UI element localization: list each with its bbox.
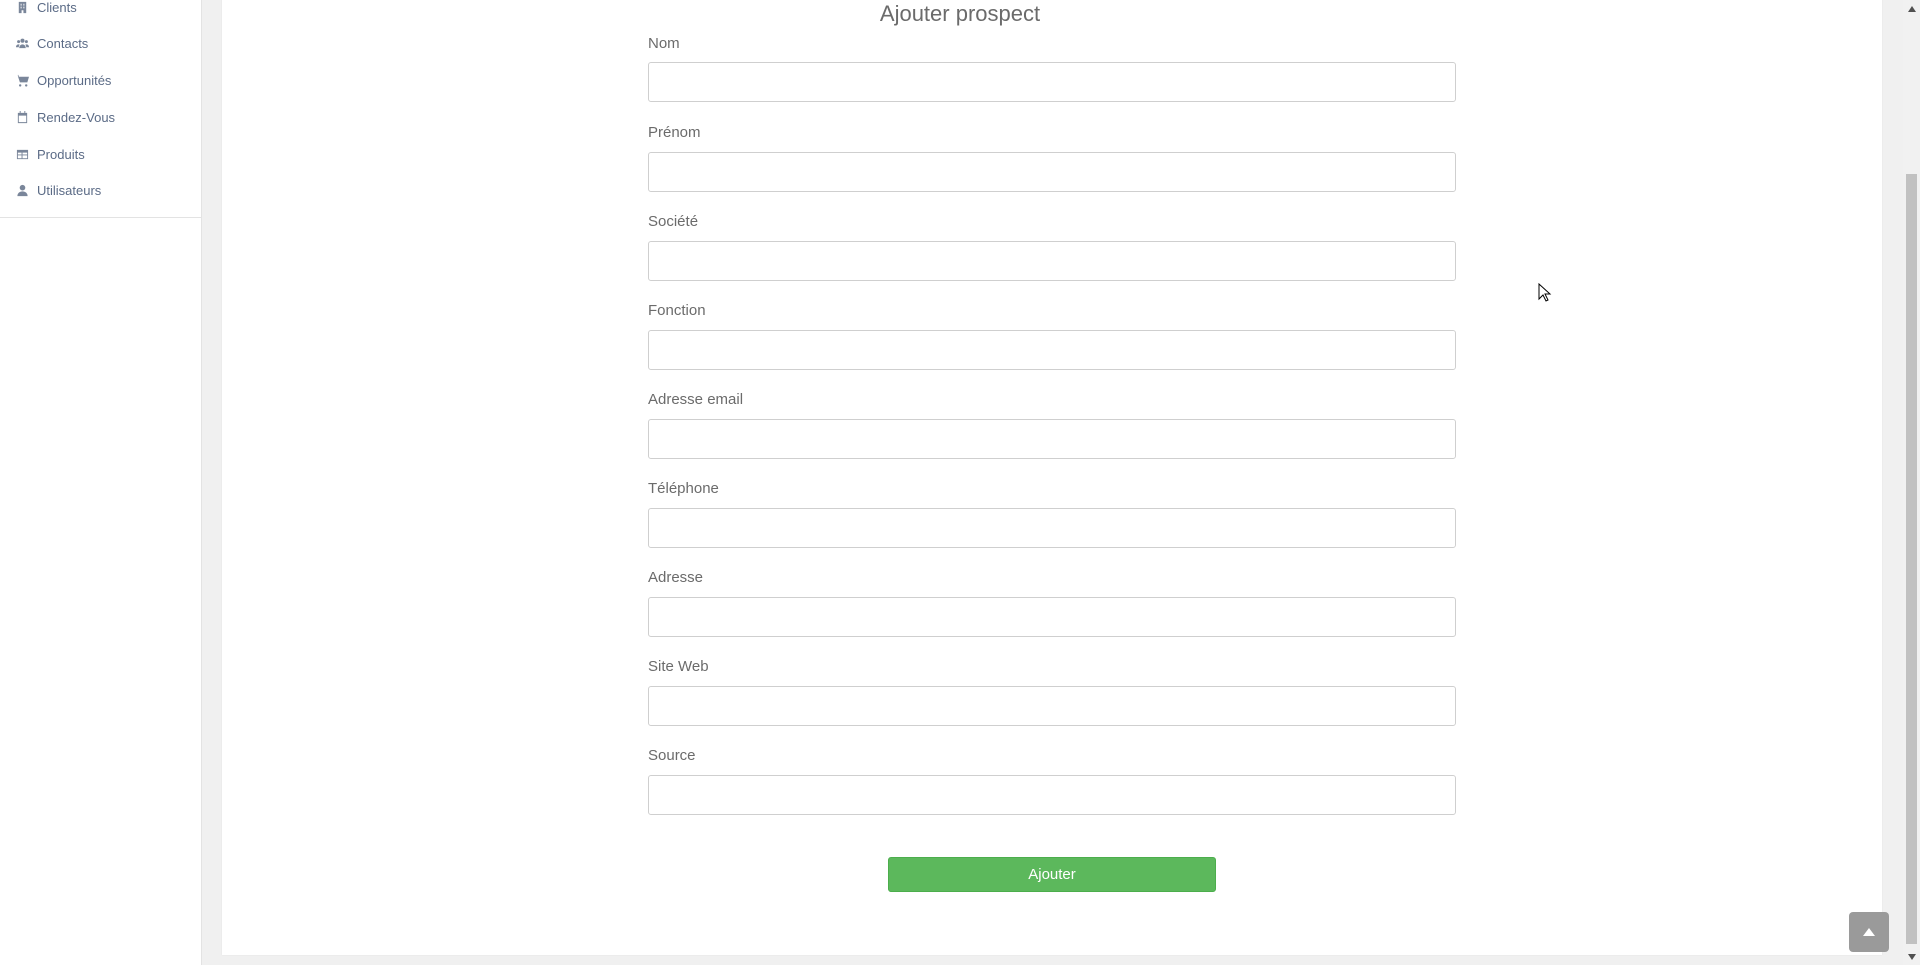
sidebar-item-label: Opportunités: [37, 72, 112, 88]
sidebar-item-utilisateurs[interactable]: Utilisateurs: [0, 175, 201, 205]
prenom-label: Prénom: [648, 124, 701, 141]
email-label: Adresse email: [648, 391, 744, 408]
vertical-scrollbar[interactable]: [1903, 0, 1920, 965]
email-input[interactable]: [648, 419, 1456, 459]
sidebar-item-label: Utilisateurs: [37, 182, 102, 198]
ajouter-button[interactable]: Ajouter: [888, 857, 1216, 892]
sidebar-item-produits[interactable]: Produits: [0, 139, 201, 169]
table-icon: [15, 147, 29, 161]
site-web-label: Site Web: [648, 658, 709, 675]
sidebar-item-label: Produits: [37, 146, 85, 162]
back-to-top-button[interactable]: [1849, 912, 1889, 952]
source-input[interactable]: [648, 775, 1456, 815]
site-web-input[interactable]: [648, 686, 1456, 726]
source-label: Source: [648, 747, 696, 764]
scroll-up-arrow-icon[interactable]: [1903, 0, 1920, 17]
calendar-icon: [15, 110, 29, 124]
chevron-up-icon: [1863, 928, 1875, 936]
prenom-input[interactable]: [648, 152, 1456, 192]
telephone-input[interactable]: [648, 508, 1456, 548]
mouse-cursor-icon: [1538, 283, 1552, 302]
nom-input[interactable]: [648, 62, 1456, 102]
sidebar-nav: Clients Contacts Opportunités Rendez-Vou…: [0, 0, 201, 218]
adresse-input[interactable]: [648, 597, 1456, 637]
societe-label: Société: [648, 213, 699, 230]
app-viewport: Clients Contacts Opportunités Rendez-Vou…: [0, 0, 1920, 965]
cart-icon: [15, 73, 29, 87]
sidebar-item-contacts[interactable]: Contacts: [0, 28, 201, 58]
user-icon: [15, 183, 29, 197]
users-icon: [15, 36, 29, 50]
scrollbar-thumb[interactable]: [1906, 174, 1917, 944]
nom-label: Nom: [648, 35, 680, 52]
page-title: Ajouter prospect: [879, 1, 1041, 26]
sidebar-item-label: Contacts: [37, 35, 89, 51]
sidebar: Clients Contacts Opportunités Rendez-Vou…: [0, 0, 202, 965]
telephone-label: Téléphone: [648, 480, 719, 497]
sidebar-item-opportunites[interactable]: Opportunités: [0, 65, 201, 95]
fonction-input[interactable]: [648, 330, 1456, 370]
sidebar-item-label: Rendez-Vous: [37, 109, 116, 125]
scroll-down-arrow-icon[interactable]: [1903, 948, 1920, 965]
fonction-label: Fonction: [648, 302, 706, 319]
sidebar-item-rendez-vous[interactable]: Rendez-Vous: [0, 102, 201, 132]
societe-input[interactable]: [648, 241, 1456, 281]
adresse-label: Adresse: [648, 569, 704, 586]
